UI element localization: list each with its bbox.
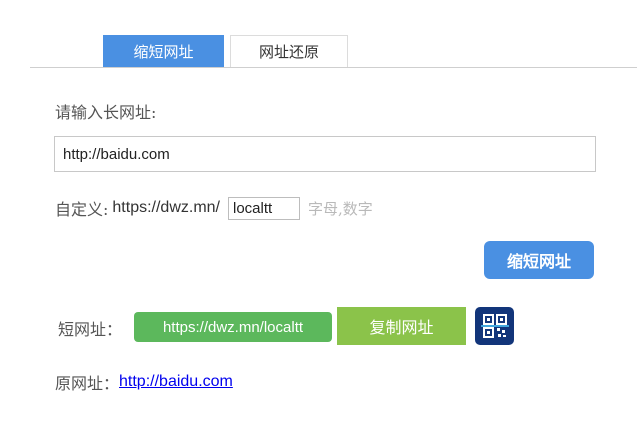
- copy-url-button[interactable]: 复制网址: [337, 307, 466, 345]
- tab-restore[interactable]: 网址还原: [230, 35, 348, 67]
- custom-alias-hint: 字母,数字: [308, 199, 373, 218]
- original-url-row: 原网址： http://baidu.com: [55, 371, 233, 393]
- tab-divider: [30, 67, 637, 68]
- custom-alias-row: 自定义: https://dwz.mn/ 字母,数字: [55, 196, 373, 220]
- custom-alias-prefix: https://dwz.mn/: [112, 199, 220, 216]
- short-url-label: 短网址：: [58, 320, 123, 339]
- original-url-link[interactable]: http://baidu.com: [119, 373, 233, 391]
- url-shortener-page: 缩短网址 网址还原 请输入长网址: 自定义: https://dwz.mn/ 字…: [0, 0, 637, 445]
- tab-shorten[interactable]: 缩短网址: [103, 35, 224, 67]
- long-url-input[interactable]: [54, 136, 596, 172]
- long-url-label: 请输入长网址:: [55, 103, 157, 122]
- short-url-display: https://dwz.mn/localtt: [134, 312, 332, 342]
- qr-code-scan-icon: [480, 314, 509, 338]
- qr-code-button[interactable]: [475, 307, 514, 345]
- original-url-label: 原网址：: [55, 374, 120, 393]
- shorten-button[interactable]: 缩短网址: [484, 241, 594, 279]
- custom-alias-input[interactable]: [228, 196, 300, 220]
- custom-alias-label: 自定义:: [55, 200, 109, 219]
